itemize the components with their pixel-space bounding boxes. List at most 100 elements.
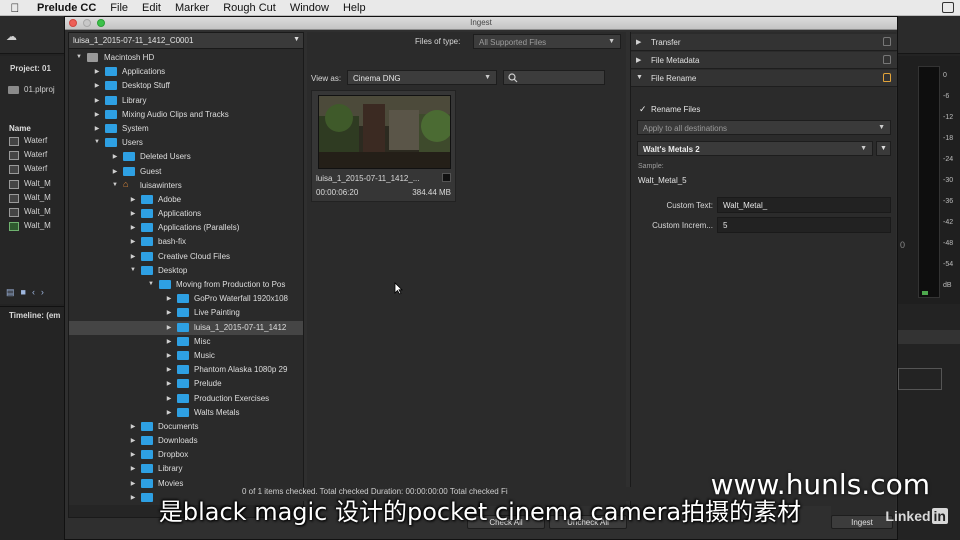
disclosure-closed-icon[interactable]: ▶: [129, 196, 137, 203]
disclosure-closed-icon[interactable]: ▶: [93, 125, 101, 132]
clip-list-item[interactable]: Waterf: [24, 164, 47, 173]
tree-row[interactable]: ▶ Guest: [69, 165, 303, 179]
tree-row[interactable]: ▶ Creative Cloud Files: [69, 250, 303, 264]
section-file-metadata[interactable]: ▶ File Metadata: [631, 52, 897, 69]
lock-icon[interactable]: [883, 55, 891, 64]
tree-row[interactable]: ▶ Applications: [69, 65, 303, 79]
tree-row[interactable]: ▶ Library: [69, 462, 303, 476]
disclosure-closed-icon[interactable]: ▶: [165, 309, 173, 316]
clip-list-item[interactable]: Walt_M: [24, 193, 51, 202]
project-view-tools[interactable]: ▤■‹›: [6, 287, 50, 298]
disclosure-closed-icon[interactable]: ▶: [129, 480, 137, 487]
name-column-header[interactable]: Name: [9, 124, 31, 133]
apply-to-dropdown[interactable]: Apply to all destinations ▼: [637, 120, 891, 135]
menu-edit[interactable]: Edit: [135, 2, 168, 14]
disclosure-closed-icon[interactable]: ▶: [165, 338, 173, 345]
tree-row[interactable]: ▶ Music: [69, 349, 303, 363]
disclosure-closed-icon[interactable]: ▶: [165, 295, 173, 302]
files-of-type-dropdown[interactable]: All Supported Files ▼: [473, 34, 621, 49]
creative-cloud-icon[interactable]: ☁: [6, 30, 24, 44]
disclosure-closed-icon[interactable]: ▶: [129, 465, 137, 472]
menu-help[interactable]: Help: [336, 2, 373, 14]
disclosure-closed-icon[interactable]: ▶: [129, 423, 137, 430]
search-input[interactable]: [503, 70, 605, 85]
tree-row[interactable]: ▼ Macintosh HD: [69, 51, 303, 65]
disclosure-closed-icon[interactable]: ▶: [93, 97, 101, 104]
disclosure-closed-icon[interactable]: ▶: [93, 111, 101, 118]
rename-preset-dropdown[interactable]: Walt's Metals 2 ▼: [637, 141, 873, 156]
tree-row[interactable]: ▶ Desktop Stuff: [69, 79, 303, 93]
clip-list-item[interactable]: Walt_M: [24, 221, 51, 230]
menu-app[interactable]: Prelude CC: [30, 2, 103, 14]
disclosure-open-icon[interactable]: ▼: [111, 182, 119, 188]
custom-text-field[interactable]: Walt_Metal_: [717, 197, 891, 213]
rename-files-checkbox[interactable]: ✓: [639, 104, 647, 115]
disclosure-closed-icon[interactable]: ▶: [129, 224, 137, 231]
menu-file[interactable]: File: [103, 2, 135, 14]
menu-window[interactable]: Window: [283, 2, 336, 14]
tree-row[interactable]: ▶ Downloads: [69, 434, 303, 448]
custom-increment-field[interactable]: 5: [717, 217, 891, 233]
disclosure-closed-icon[interactable]: ▶: [111, 153, 119, 160]
tree-row[interactable]: ▶ Phantom Alaska 1080p 29: [69, 363, 303, 377]
status-menu-icon[interactable]: [942, 2, 954, 13]
disclosure-closed-icon[interactable]: ▶: [129, 253, 137, 260]
lock-icon[interactable]: [883, 37, 891, 46]
tree-row[interactable]: ▶ Dropbox: [69, 448, 303, 462]
tree-row[interactable]: ▶ Applications: [69, 207, 303, 221]
disclosure-open-icon[interactable]: ▼: [129, 267, 137, 273]
disclosure-closed-icon[interactable]: ▶: [93, 82, 101, 89]
tree-row[interactable]: ▶ Misc: [69, 335, 303, 349]
disclosure-closed-icon[interactable]: ▶: [165, 352, 173, 359]
disclosure-closed-icon[interactable]: ▶: [111, 168, 119, 175]
folder-icon: [141, 436, 153, 446]
disclosure-open-icon[interactable]: ▼: [93, 139, 101, 145]
tree-row[interactable]: ▶ Adobe: [69, 193, 303, 207]
clip-list-item[interactable]: Waterf: [24, 150, 47, 159]
disclosure-closed-icon[interactable]: ▶: [93, 68, 101, 75]
section-transfer[interactable]: ▶ Transfer: [631, 34, 897, 51]
disclosure-open-icon[interactable]: ▼: [147, 281, 155, 287]
menu-marker[interactable]: Marker: [168, 2, 216, 14]
tree-row[interactable]: ▼ Moving from Production to Pos: [69, 278, 303, 292]
menu-rough-cut[interactable]: Rough Cut: [216, 2, 283, 14]
disclosure-closed-icon[interactable]: ▶: [129, 451, 137, 458]
apple-icon[interactable]: : [0, 1, 30, 15]
lock-icon[interactable]: [883, 73, 891, 82]
disclosure-open-icon[interactable]: ▼: [75, 54, 83, 60]
clip-thumbnail[interactable]: luisa_1_2015-07-11_1412_... 00:00:06:20 …: [311, 90, 456, 202]
tree-row[interactable]: ▶ luisa_1_2015-07-11_1412: [69, 320, 303, 335]
clip-list-item[interactable]: Waterf: [24, 136, 47, 145]
tree-row[interactable]: ▶ bash-fix: [69, 235, 303, 249]
view-as-dropdown[interactable]: Cinema DNG ▼: [347, 70, 497, 85]
tree-row[interactable]: ▼ Users: [69, 136, 303, 150]
tree-row[interactable]: ▶ Documents: [69, 420, 303, 434]
disclosure-closed-icon[interactable]: ▶: [129, 238, 137, 245]
disclosure-closed-icon[interactable]: ▶: [129, 437, 137, 444]
tree-row[interactable]: ▶ Library: [69, 94, 303, 108]
clip-list-item[interactable]: Walt_M: [24, 179, 51, 188]
tree-row[interactable]: ▶ Production Exercises: [69, 392, 303, 406]
project-file[interactable]: 01.plproj: [24, 85, 55, 94]
tree-row[interactable]: ▶ GoPro Waterfall 1920x108: [69, 292, 303, 306]
disclosure-closed-icon[interactable]: ▶: [165, 409, 173, 416]
tree-row[interactable]: ▶ System: [69, 122, 303, 136]
section-file-rename[interactable]: ▼ File Rename: [631, 70, 897, 87]
tree-row[interactable]: ▶ Prelude: [69, 377, 303, 391]
disclosure-closed-icon[interactable]: ▶: [165, 380, 173, 387]
tree-row[interactable]: ▶ Mixing Audio Clips and Tracks: [69, 108, 303, 122]
preset-menu-button[interactable]: ▼: [876, 141, 891, 156]
tree-row[interactable]: ▶ Walts Metals: [69, 406, 303, 420]
tree-row[interactable]: ▶ Live Painting: [69, 306, 303, 320]
disclosure-closed-icon[interactable]: ▶: [165, 324, 173, 331]
tree-row[interactable]: ▼ ⌂ luisawinters: [69, 179, 303, 193]
disclosure-closed-icon[interactable]: ▶: [165, 366, 173, 373]
clip-checkbox[interactable]: [442, 173, 451, 182]
tree-row[interactable]: ▶ Deleted Users: [69, 150, 303, 164]
clip-list-item[interactable]: Walt_M: [24, 207, 51, 216]
disclosure-closed-icon[interactable]: ▶: [165, 395, 173, 402]
path-dropdown[interactable]: luisa_1_2015-07-11_1412_C0001 ▼: [69, 33, 303, 49]
tree-row[interactable]: ▼ Desktop: [69, 264, 303, 278]
disclosure-closed-icon[interactable]: ▶: [129, 210, 137, 217]
tree-row[interactable]: ▶ Applications (Parallels): [69, 221, 303, 235]
